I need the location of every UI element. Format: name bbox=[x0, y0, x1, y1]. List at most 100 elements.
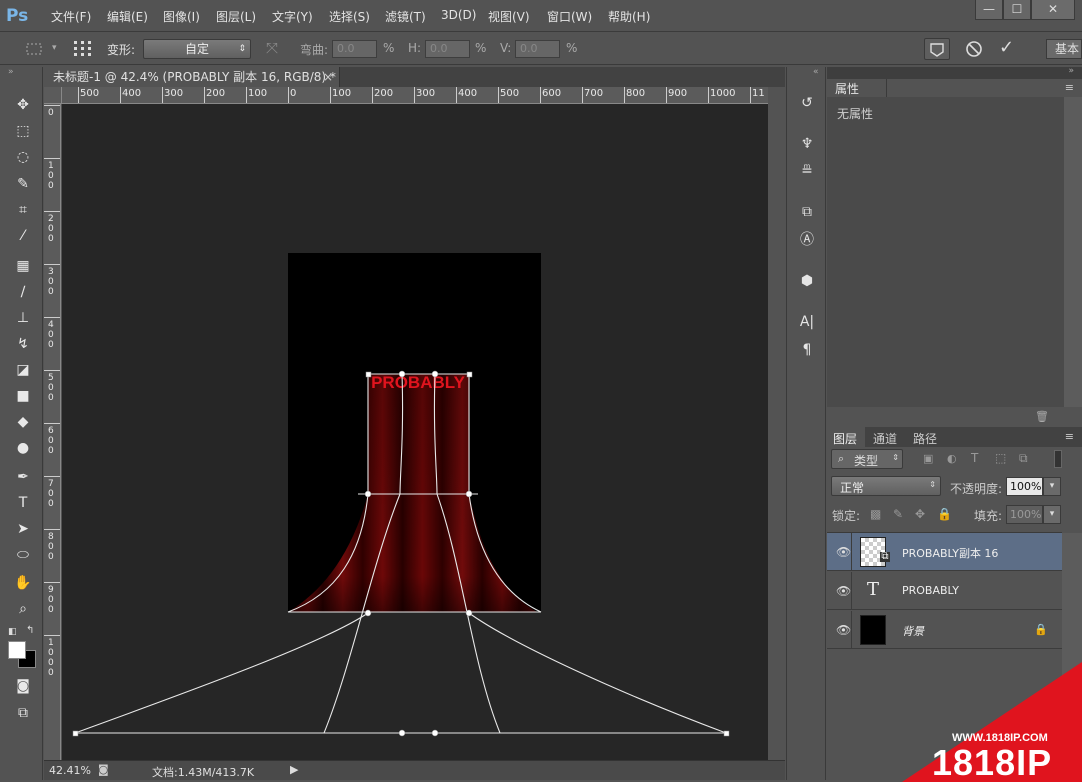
menu-layer[interactable]: 图层(L) bbox=[216, 8, 256, 25]
canvas-area[interactable]: PROBABLY bbox=[62, 104, 768, 760]
swap-colors-icon[interactable]: ↰ bbox=[26, 625, 34, 636]
menu-type[interactable]: 文字(Y) bbox=[272, 8, 313, 25]
layer-name[interactable]: PROBABLY副本 16 bbox=[902, 545, 998, 561]
filter-pixel-icon[interactable]: ▣ bbox=[923, 452, 933, 465]
v-distortion-input[interactable]: 0.0 bbox=[515, 40, 560, 58]
layers-menu-icon[interactable]: ≡ bbox=[1065, 430, 1074, 443]
path-selection-tool-icon[interactable]: ➤ bbox=[10, 518, 36, 540]
tab-paths[interactable]: 路径 bbox=[913, 430, 937, 447]
marquee-tool-icon[interactable]: ⬚ bbox=[10, 120, 36, 142]
h-distortion-input[interactable]: 0.0 bbox=[425, 40, 470, 58]
pen-tool-icon[interactable]: ✒ bbox=[10, 466, 36, 488]
brush-tool-icon[interactable]: ∕ bbox=[10, 281, 36, 303]
ruler-origin[interactable] bbox=[44, 87, 62, 104]
status-info-icon[interactable]: ◙ bbox=[98, 763, 109, 776]
quick-selection-tool-icon[interactable]: ✎ bbox=[10, 173, 36, 195]
workspace-switcher[interactable]: 基本 bbox=[1046, 39, 1082, 59]
zoom-level[interactable]: 42.41% bbox=[49, 764, 91, 777]
brush-presets-icon[interactable]: ♆ bbox=[795, 133, 819, 155]
menu-help[interactable]: 帮助(H) bbox=[608, 8, 650, 25]
close-tab-icon[interactable]: × bbox=[323, 67, 333, 87]
menu-filter[interactable]: 滤镜(T) bbox=[385, 8, 426, 25]
menu-edit[interactable]: 编辑(E) bbox=[107, 8, 148, 25]
ellipse-tool-icon[interactable]: ⬭ bbox=[10, 544, 36, 566]
zoom-tool-icon[interactable]: ⌕ bbox=[10, 598, 36, 620]
eyedropper-tool-icon[interactable]: ⁄ bbox=[10, 225, 36, 247]
tab-layers[interactable]: 图层 bbox=[827, 427, 865, 447]
lock-transparency-icon[interactable]: ▩ bbox=[870, 507, 881, 521]
3d-panel-icon[interactable]: ⬢ bbox=[795, 270, 819, 292]
move-tool-icon[interactable]: ✥ bbox=[10, 94, 36, 116]
history-brush-tool-icon[interactable]: ↯ bbox=[10, 333, 36, 355]
opacity-input[interactable]: 100% bbox=[1006, 477, 1043, 496]
canvas-probably-text[interactable]: PROBABLY bbox=[371, 373, 465, 392]
filter-smart-object-icon[interactable]: ⧉ bbox=[1019, 451, 1028, 466]
properties-menu-icon[interactable]: ≡ bbox=[1065, 81, 1074, 94]
warp-tool-icon[interactable] bbox=[24, 41, 46, 57]
vertical-ruler[interactable]: 0 100 200 300 400 500 600 700 800 900 1000 bbox=[44, 104, 61, 760]
lock-pixels-icon[interactable]: ✎ bbox=[893, 507, 903, 521]
menu-window[interactable]: 窗口(W) bbox=[547, 8, 592, 25]
blend-mode-select[interactable]: 正常 ⇕ bbox=[831, 476, 941, 496]
warp-orientation-icon[interactable]: ⤧ bbox=[266, 39, 278, 57]
fill-input[interactable]: 100% bbox=[1006, 505, 1043, 524]
reference-point-grid-icon[interactable] bbox=[72, 39, 94, 59]
tool-preset-chevron-icon[interactable]: ▾ bbox=[52, 43, 57, 53]
properties-tab[interactable]: 属性 bbox=[827, 79, 887, 97]
menu-view[interactable]: 视图(V) bbox=[488, 8, 530, 25]
healing-brush-tool-icon[interactable]: ▦ bbox=[10, 255, 36, 277]
properties-scrollbar[interactable] bbox=[1064, 97, 1082, 407]
filter-type-icon[interactable]: T bbox=[971, 451, 978, 465]
maximize-button[interactable]: ☐ bbox=[1003, 0, 1031, 20]
clone-stamp-tool-icon[interactable]: ⊥ bbox=[10, 307, 36, 329]
close-window-button[interactable]: ✕ bbox=[1031, 0, 1075, 20]
layer-row-text[interactable]: 👁 T PROBABLY bbox=[827, 572, 1062, 610]
warp-overlay[interactable]: PROBABLY bbox=[62, 104, 768, 760]
menu-3d[interactable]: 3D(D) bbox=[441, 8, 476, 22]
expand-panels-icon[interactable]: » bbox=[1068, 66, 1074, 76]
layer-filter-select[interactable]: ⌕ 类型 ⇕ bbox=[831, 449, 903, 469]
filter-adjustment-icon[interactable]: ◐ bbox=[947, 452, 957, 465]
lasso-tool-icon[interactable]: ◌ bbox=[10, 146, 36, 168]
crop-tool-icon[interactable]: ⌗ bbox=[10, 199, 36, 221]
layer-row-smart[interactable]: 👁 ⧉ PROBABLY副本 16 bbox=[827, 533, 1062, 571]
eraser-tool-icon[interactable]: ◪ bbox=[10, 359, 36, 381]
cancel-transform-icon[interactable] bbox=[965, 40, 983, 58]
warp-mode-button[interactable] bbox=[924, 38, 950, 60]
menu-image[interactable]: 图像(I) bbox=[163, 8, 200, 25]
foreground-color-swatch[interactable] bbox=[8, 641, 26, 659]
collapse-panels-icon[interactable]: « bbox=[813, 67, 819, 77]
layer-name[interactable]: 背景 bbox=[902, 623, 924, 639]
gradient-tool-icon[interactable]: ■ bbox=[10, 385, 36, 407]
horizontal-ruler[interactable]: 500 400 300 200 100 0 100 200 300 400 500 600 700 800… bbox=[62, 87, 768, 104]
bend-input[interactable]: 0.0 bbox=[332, 40, 377, 58]
brush-panel-icon[interactable]: ≞ bbox=[795, 160, 819, 182]
hand-tool-icon[interactable]: ✋ bbox=[10, 572, 36, 594]
history-panel-icon[interactable]: ↺ bbox=[795, 92, 819, 114]
commit-transform-icon[interactable]: ✓ bbox=[999, 37, 1014, 58]
collapse-toolbox-icon[interactable]: » bbox=[8, 67, 14, 77]
default-colors-icon[interactable]: ◧ bbox=[8, 627, 17, 637]
opacity-slider-icon[interactable]: ▾ bbox=[1043, 477, 1061, 496]
type-tool-icon[interactable]: T bbox=[10, 492, 36, 514]
quick-mask-icon[interactable]: ◙ bbox=[10, 675, 36, 697]
character-panel-icon[interactable]: A| bbox=[795, 311, 819, 333]
paragraph-panel-icon[interactable]: ¶ bbox=[795, 339, 819, 361]
minimize-button[interactable]: — bbox=[975, 0, 1003, 20]
visibility-eye-icon[interactable]: 👁 bbox=[836, 584, 851, 598]
filter-shape-icon[interactable]: ⬚ bbox=[995, 451, 1006, 465]
character-styles-icon[interactable]: Ⓐ bbox=[795, 229, 819, 251]
warp-style-select[interactable]: 自定 ⇕ bbox=[143, 39, 251, 59]
blur-tool-icon[interactable]: ◆ bbox=[10, 411, 36, 433]
filter-toggle-switch[interactable] bbox=[1054, 450, 1062, 468]
menu-file[interactable]: 文件(F) bbox=[51, 8, 91, 25]
visibility-eye-icon[interactable]: 👁 bbox=[836, 545, 851, 559]
layer-name[interactable]: PROBABLY bbox=[902, 584, 959, 597]
layer-row-background[interactable]: 👁 背景 🔒 bbox=[827, 611, 1062, 649]
visibility-eye-icon[interactable]: 👁 bbox=[836, 623, 851, 637]
menu-select[interactable]: 选择(S) bbox=[329, 8, 370, 25]
trash-icon[interactable]: 🗑 bbox=[1035, 410, 1049, 423]
document-tab[interactable]: 未标题-1 @ 42.4% (PROBABLY 副本 16, RGB/8) * … bbox=[44, 67, 340, 87]
fill-slider-icon[interactable]: ▾ bbox=[1043, 505, 1061, 524]
tab-channels[interactable]: 通道 bbox=[873, 430, 897, 447]
